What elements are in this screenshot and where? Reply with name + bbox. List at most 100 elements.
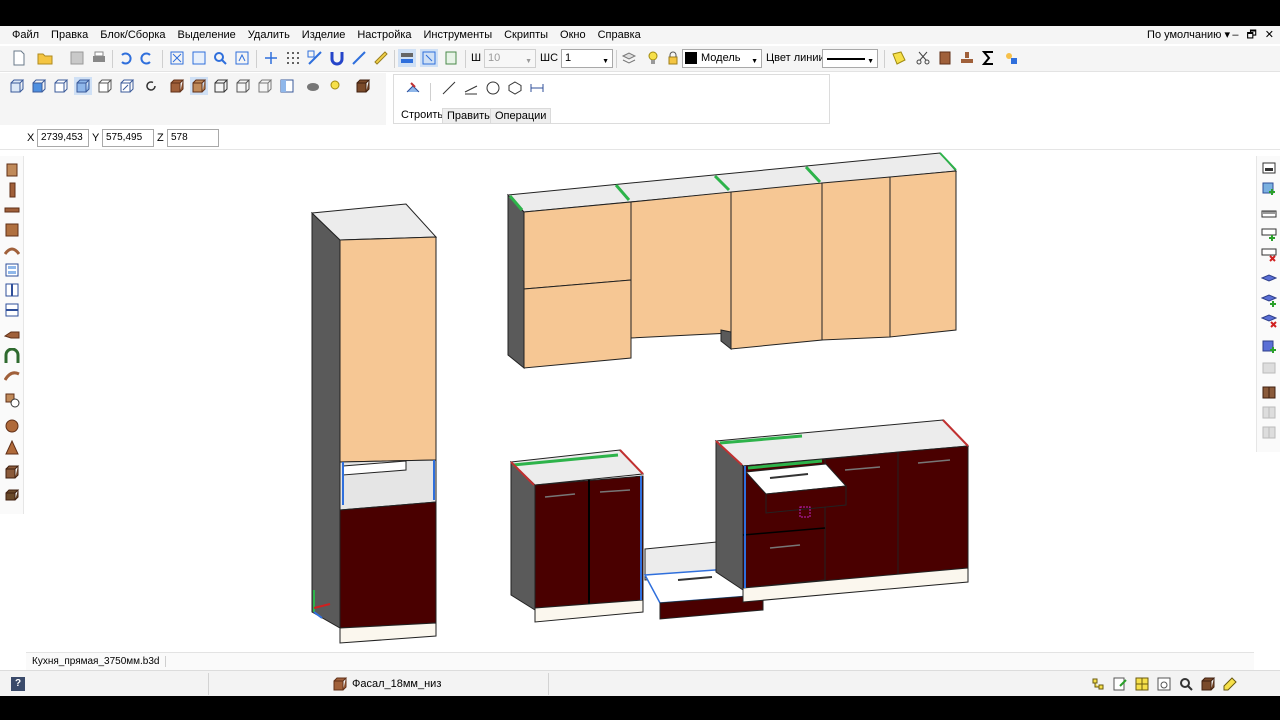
table-icon[interactable] (1156, 676, 1172, 692)
undo-icon[interactable] (116, 49, 134, 67)
box-view-5-icon[interactable] (96, 77, 114, 95)
object-add-icon[interactable] (1261, 180, 1277, 196)
divider-v-icon[interactable] (4, 282, 20, 298)
cabinet-status-icon[interactable] (1200, 676, 1216, 692)
materials-icon[interactable] (1002, 49, 1020, 67)
divider-h-icon[interactable] (4, 302, 20, 318)
layer-toggle-icon[interactable] (398, 49, 416, 67)
tab-operations[interactable]: Операции (490, 108, 552, 124)
layer-add-icon[interactable] (1261, 292, 1277, 308)
menu-block-assembly[interactable]: Блок/Сборка (94, 26, 171, 44)
box-view-3-icon[interactable] (52, 77, 70, 95)
menu-help[interactable]: Справка (592, 26, 647, 44)
dimension-remove-icon[interactable] (1261, 246, 1277, 262)
open-folder-icon[interactable] (36, 49, 54, 67)
arch-icon[interactable] (4, 348, 20, 364)
block-icon[interactable] (4, 464, 20, 480)
scissors-icon[interactable] (914, 49, 932, 67)
x-coordinate-input[interactable]: 2739,453 (37, 129, 89, 147)
search-icon[interactable] (1178, 676, 1194, 692)
book-disabled-1-icon[interactable] (1261, 404, 1277, 420)
tab-edit[interactable]: Править (442, 108, 495, 124)
menu-delete[interactable]: Удалить (242, 26, 296, 44)
wireframe-1-icon[interactable] (212, 77, 230, 95)
menu-file[interactable]: Файл (0, 26, 45, 44)
back-panel-icon[interactable] (4, 222, 20, 238)
y-coordinate-input[interactable]: 575,495 (102, 129, 154, 147)
minimize-button[interactable]: – (1232, 26, 1238, 44)
vertical-panel-icon[interactable] (4, 182, 20, 198)
menu-edit[interactable]: Правка (45, 26, 94, 44)
assembly-icon[interactable] (4, 486, 20, 502)
note-status-icon[interactable] (1222, 676, 1238, 692)
menu-product[interactable]: Изделие (296, 26, 352, 44)
tab-build[interactable]: Строить (397, 108, 448, 122)
document-tab[interactable]: Кухня_прямая_3750мм.b3d (32, 656, 167, 667)
book-disabled-2-icon[interactable] (1261, 424, 1277, 440)
zoom-extents-icon[interactable] (168, 49, 186, 67)
magnet-icon[interactable] (328, 49, 346, 67)
panel-icon[interactable] (4, 162, 20, 178)
wireframe-3-icon[interactable] (256, 77, 274, 95)
profile-dropdown[interactable]: По умолчанию ▾ (1147, 26, 1230, 44)
grid-view-icon[interactable] (1134, 676, 1150, 692)
book-icon[interactable] (1261, 384, 1277, 400)
cube-disabled-icon[interactable] (1261, 360, 1277, 376)
panel-view-icon[interactable] (278, 77, 296, 95)
cone-icon[interactable] (4, 440, 20, 456)
line-snap-icon[interactable] (350, 49, 368, 67)
material-box-icon[interactable] (354, 77, 372, 95)
close-button[interactable]: ✕ (1265, 26, 1274, 44)
axes-icon[interactable] (262, 49, 280, 67)
view-fit-icon[interactable] (233, 49, 251, 67)
shs-input[interactable]: 1 ▼ (561, 49, 613, 68)
sticky-note-icon[interactable] (890, 49, 908, 67)
menu-scripts[interactable]: Скрипты (498, 26, 554, 44)
line-style-select[interactable]: ▼ (822, 49, 878, 68)
lightbulb-icon[interactable] (644, 49, 662, 67)
render-icon[interactable] (304, 77, 322, 95)
3d-viewport[interactable] (26, 152, 1254, 650)
polygon-tool-icon[interactable] (506, 79, 524, 97)
box-view-2-icon[interactable] (30, 77, 48, 95)
frame-icon[interactable] (4, 262, 20, 278)
snap-icon[interactable] (306, 49, 324, 67)
z-coordinate-input[interactable]: 578 (167, 129, 219, 147)
tall-cabinet[interactable] (310, 203, 438, 644)
construct-icon[interactable] (404, 79, 422, 97)
layer-select[interactable]: Модель ▼ (682, 49, 762, 68)
box-view-1-icon[interactable] (8, 77, 26, 95)
edit-note-icon[interactable] (1112, 676, 1128, 692)
circle-tool-icon[interactable] (484, 79, 502, 97)
help-icon[interactable]: ? (11, 677, 25, 691)
fitting-icon[interactable] (4, 392, 20, 408)
press-icon[interactable] (958, 49, 976, 67)
offset-line-icon[interactable] (462, 79, 480, 97)
ruler-icon[interactable] (372, 49, 390, 67)
horizontal-panel-icon[interactable] (4, 202, 20, 218)
shade-edges-icon[interactable] (190, 77, 208, 95)
sphere-icon[interactable] (4, 418, 20, 434)
layers-icon[interactable] (620, 49, 638, 67)
save-icon[interactable] (68, 49, 86, 67)
redo-icon[interactable] (138, 49, 156, 67)
lower-cabinets-right[interactable] (714, 419, 970, 603)
cube-add-icon[interactable] (1261, 338, 1277, 354)
sh-input[interactable]: 10 ▼ (484, 49, 536, 68)
cabinet-icon[interactable] (936, 49, 954, 67)
grid-icon[interactable] (284, 49, 302, 67)
curved-panel-icon[interactable] (4, 242, 20, 258)
sweep-icon[interactable] (4, 368, 20, 384)
line-tool-icon[interactable] (440, 79, 458, 97)
rotate-icon[interactable] (142, 77, 160, 95)
shade-solid-icon[interactable] (168, 77, 186, 95)
layer-select-icon[interactable] (420, 49, 438, 67)
profile-icon[interactable] (4, 328, 20, 344)
sum-icon[interactable] (980, 49, 998, 67)
light-icon[interactable] (326, 77, 344, 95)
menu-settings[interactable]: Настройка (351, 26, 417, 44)
tree-icon[interactable] (1090, 676, 1106, 692)
upper-cabinets[interactable] (506, 152, 958, 370)
zoom-window-icon[interactable] (190, 49, 208, 67)
dimension-add-icon[interactable] (1261, 226, 1277, 242)
